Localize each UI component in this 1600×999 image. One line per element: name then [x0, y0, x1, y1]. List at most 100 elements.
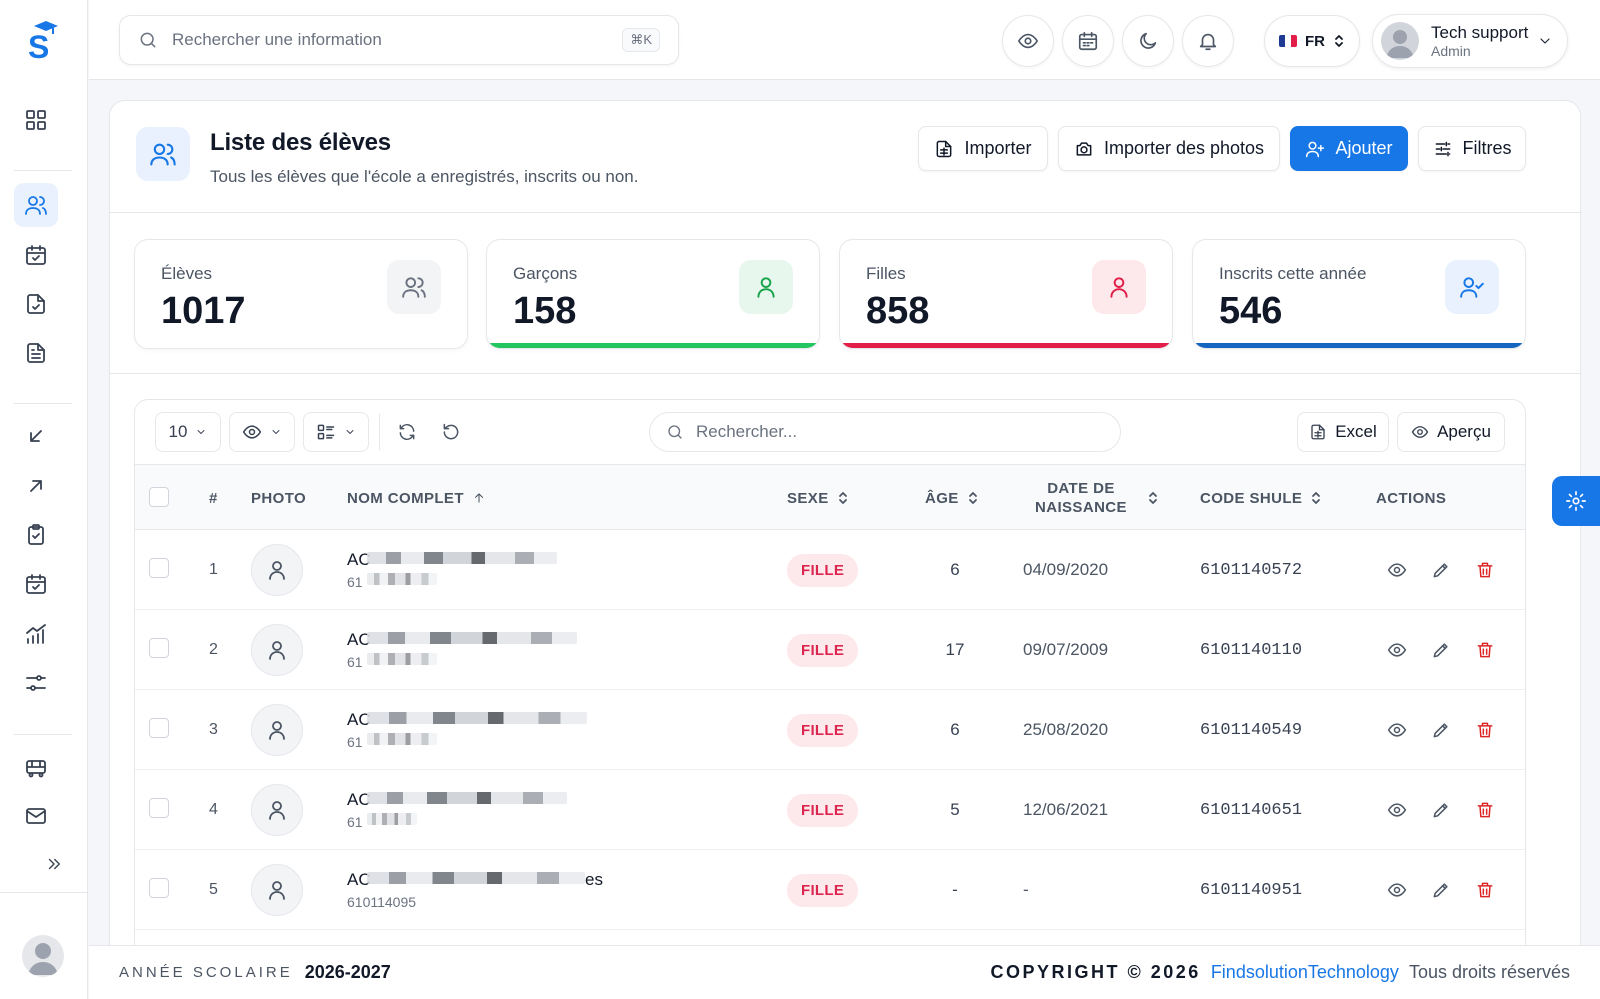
delete-student-button[interactable]	[1473, 638, 1497, 662]
delete-student-button[interactable]	[1473, 798, 1497, 822]
pencil-icon	[1433, 883, 1448, 898]
table-row[interactable]: 1 AC 61 FILLE 6 04/09/2020 6101140572	[135, 530, 1525, 610]
trash-icon	[1477, 642, 1493, 658]
row-checkbox[interactable]	[149, 638, 169, 658]
select-all-checkbox[interactable]	[149, 487, 169, 507]
sidebar-item-students[interactable]	[14, 183, 58, 227]
student-matricule: 610114095	[347, 894, 417, 910]
global-search-input[interactable]	[172, 30, 623, 50]
view-student-button[interactable]	[1385, 798, 1409, 822]
filters-button[interactable]: Filtres	[1418, 126, 1526, 171]
sidebar-item-file-check[interactable]	[14, 282, 58, 326]
sidebar-item-statistics[interactable]	[14, 612, 58, 656]
user-icon	[269, 801, 285, 820]
refresh-button[interactable]	[393, 418, 421, 446]
pencil-icon	[1433, 563, 1448, 578]
view-student-button[interactable]	[1385, 558, 1409, 582]
calendar-button[interactable]	[1062, 15, 1114, 67]
table-row[interactable]: 4 AC 61 FILLE 5 12/06/2021 6101140651	[135, 770, 1525, 850]
row-checkbox[interactable]	[149, 878, 169, 898]
row-checkbox[interactable]	[149, 798, 169, 818]
sidebar-divider	[14, 734, 72, 735]
edit-student-button[interactable]	[1429, 638, 1453, 662]
theme-settings-button[interactable]	[1552, 476, 1600, 526]
sidebar-expand-button[interactable]	[32, 842, 76, 886]
user-menu[interactable]: Tech support Admin	[1372, 14, 1568, 68]
column-header-code[interactable]: CODE SHULE	[1200, 465, 1322, 531]
app-logo-icon[interactable]: S	[24, 18, 64, 62]
chevron-down-icon	[272, 430, 280, 434]
header-divider	[110, 212, 1580, 213]
import-photos-button[interactable]: Importer des photos	[1058, 126, 1280, 171]
sidebar-item-calendar[interactable]	[14, 233, 58, 277]
table-row[interactable]: 5 AC es 610114095 FILLE - - 6101140951	[135, 850, 1525, 930]
preview-button[interactable]: Aperçu	[1397, 412, 1505, 452]
column-visibility-button[interactable]	[229, 412, 295, 452]
notifications-button[interactable]	[1182, 15, 1234, 67]
pencil-icon	[1433, 643, 1448, 658]
view-student-button[interactable]	[1385, 878, 1409, 902]
search-icon	[140, 32, 156, 48]
table-search-input[interactable]	[696, 422, 1104, 442]
add-student-button[interactable]: Ajouter	[1290, 126, 1408, 171]
user-check-icon	[1460, 277, 1484, 298]
sidebar-item-dashboard[interactable]	[14, 98, 58, 142]
global-search[interactable]: ⌘K	[119, 15, 679, 65]
excel-export-button[interactable]: Excel	[1297, 412, 1389, 452]
redacted-matricule	[367, 733, 437, 745]
table-row[interactable]: 3 AC 61 FILLE 6 25/08/2020 6101140549	[135, 690, 1525, 770]
sidebar-item-documents[interactable]	[14, 331, 58, 375]
eye-icon	[1387, 883, 1407, 897]
sidebar-item-schedule[interactable]	[14, 562, 58, 606]
sidebar-divider	[0, 892, 88, 893]
edit-student-button[interactable]	[1429, 558, 1453, 582]
edit-student-button[interactable]	[1429, 718, 1453, 742]
user-icon	[757, 277, 775, 298]
view-mode-button[interactable]	[303, 412, 369, 452]
stat-icon	[387, 260, 441, 314]
language-selector[interactable]: FR	[1264, 15, 1360, 67]
calendar-icon	[1078, 31, 1098, 51]
sidebar-avatar[interactable]	[22, 935, 64, 977]
sidebar-item-incoming[interactable]	[14, 414, 58, 458]
row-checkbox[interactable]	[149, 558, 169, 578]
column-header-sex[interactable]: SEXE	[787, 465, 849, 531]
sidebar-item-transport[interactable]	[14, 746, 58, 790]
stat-icon	[739, 260, 793, 314]
column-header-dob[interactable]: DATE DE NAISSANCE	[1035, 465, 1159, 531]
sidebar-item-settings[interactable]	[14, 661, 58, 705]
reset-button[interactable]	[437, 418, 465, 446]
view-student-button[interactable]	[1385, 638, 1409, 662]
sidebar-item-tasks[interactable]	[14, 513, 58, 557]
delete-student-button[interactable]	[1473, 718, 1497, 742]
dark-mode-toggle[interactable]	[1122, 15, 1174, 67]
column-header-name[interactable]: NOM COMPLET	[347, 465, 486, 531]
student-code: 6101140651	[1200, 800, 1303, 820]
sort-icon	[968, 492, 977, 504]
edit-student-button[interactable]	[1429, 878, 1453, 902]
delete-student-button[interactable]	[1473, 558, 1497, 582]
view-student-button[interactable]	[1385, 718, 1409, 742]
stat-card-girls: Filles 858	[839, 239, 1173, 349]
import-button[interactable]: Importer	[918, 126, 1048, 171]
row-checkbox[interactable]	[149, 718, 169, 738]
table-search[interactable]	[649, 412, 1121, 452]
page-size-value: 10	[168, 422, 188, 441]
column-header-age[interactable]: ÂGE	[925, 465, 979, 531]
student-photo	[251, 864, 303, 916]
user-avatar-icon	[1386, 30, 1414, 58]
stat-label: Garçons	[513, 264, 578, 283]
chevrons-right-icon	[48, 858, 60, 870]
sliders-icon	[26, 675, 46, 691]
sidebar-item-outgoing[interactable]	[14, 464, 58, 508]
clipboard-check-icon	[28, 524, 44, 545]
page-size-select[interactable]: 10	[155, 412, 221, 452]
edit-student-button[interactable]	[1429, 798, 1453, 822]
stat-accent-bar	[1193, 343, 1525, 348]
delete-student-button[interactable]	[1473, 878, 1497, 902]
visibility-button[interactable]	[1002, 15, 1054, 67]
brand-link[interactable]: FindsolutionTechnology	[1211, 962, 1399, 983]
sidebar-item-messages[interactable]	[14, 794, 58, 838]
table-row[interactable]: 2 AC 61 FILLE 17 09/07/2009 6101140110	[135, 610, 1525, 690]
sidebar: S	[0, 0, 88, 999]
